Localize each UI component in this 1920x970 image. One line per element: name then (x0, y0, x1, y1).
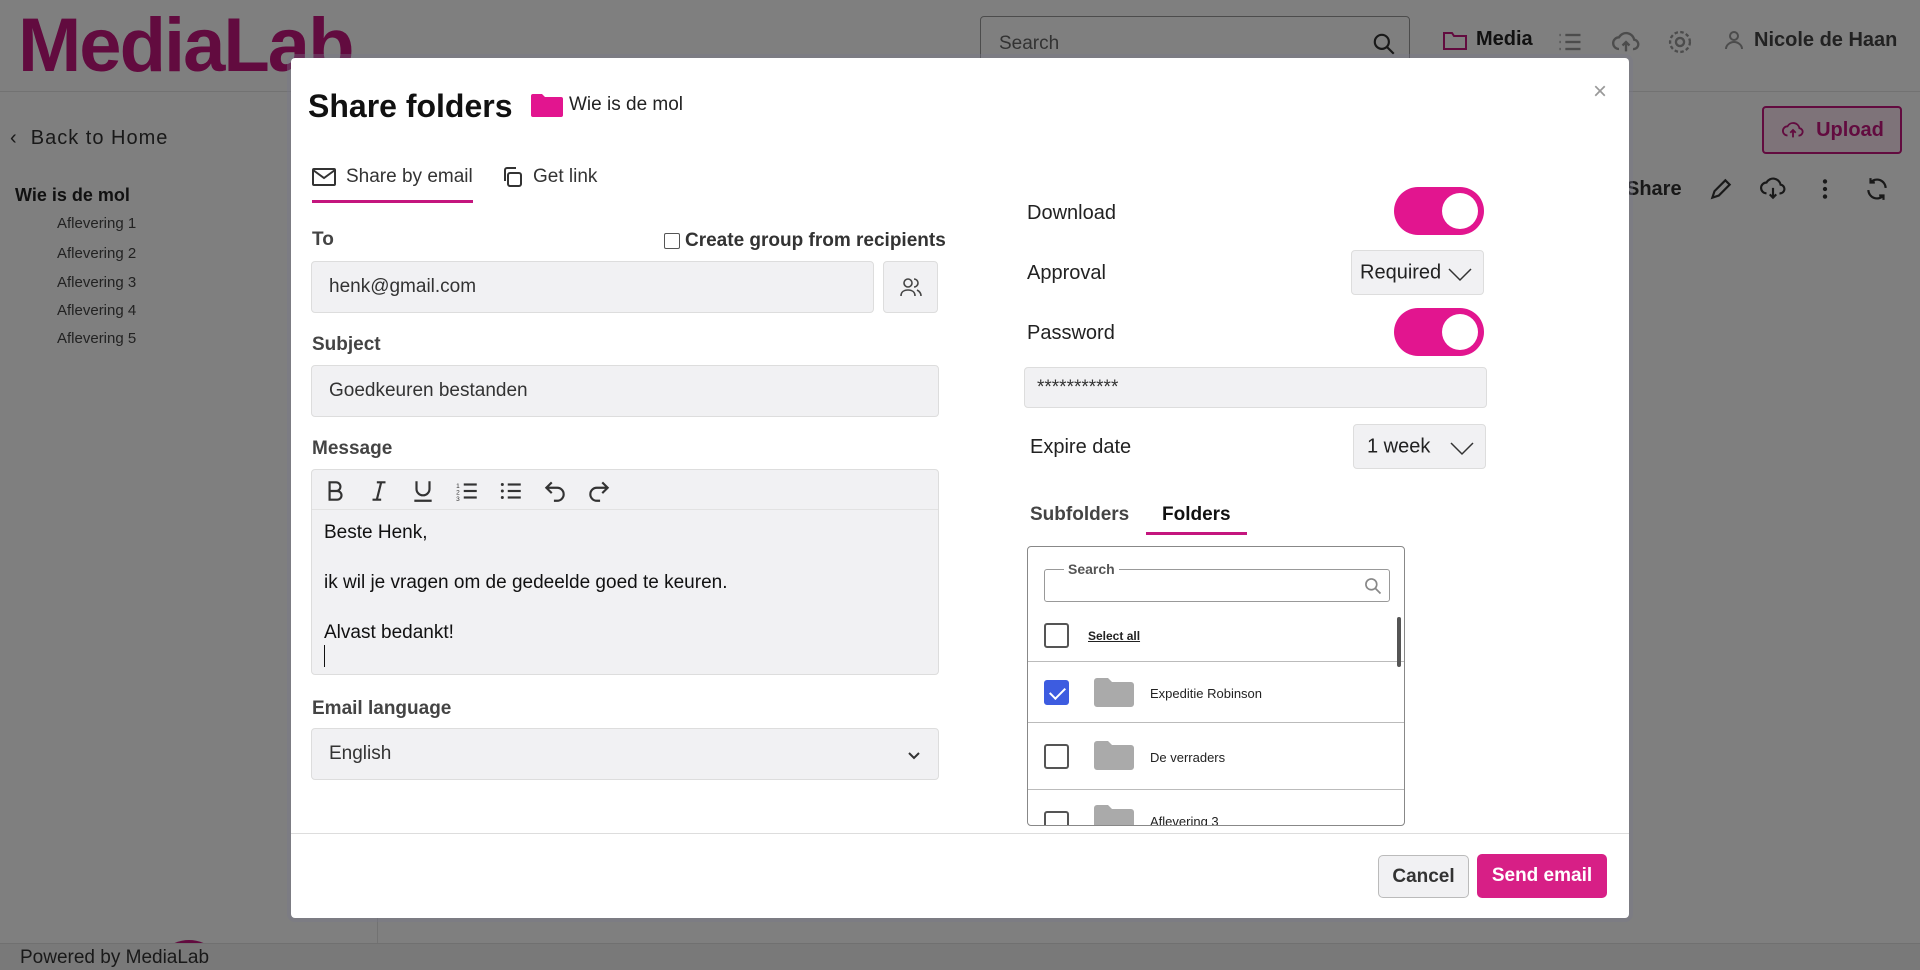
folder-list-scrollbar[interactable] (1397, 617, 1401, 667)
expire-date-select[interactable]: 1 week (1353, 424, 1486, 469)
folder-name: De verraders (1150, 750, 1226, 765)
dialog-title: Share folders (308, 88, 513, 124)
create-group-checkbox[interactable]: Create group from recipients (664, 230, 946, 252)
to-input[interactable]: henk@gmail.com (311, 261, 874, 313)
shared-folder-name: Wie is de mol (569, 94, 684, 115)
approval-select[interactable]: Required (1351, 250, 1484, 295)
folder-icon (531, 94, 563, 117)
bold-icon[interactable] (322, 478, 348, 504)
folder-row[interactable]: Aflevering 3 (1028, 790, 1404, 826)
svg-text:3: 3 (456, 496, 460, 503)
folder-icon (1094, 678, 1134, 707)
expire-date-value: 1 week (1367, 435, 1431, 457)
recipients-picker-button[interactable] (883, 261, 938, 313)
subject-value: Goedkeuren bestanden (329, 380, 528, 401)
select-all-checkbox[interactable] (1044, 623, 1069, 648)
dialog-footer: Cancel Send email (291, 833, 1629, 918)
subject-input[interactable]: Goedkeuren bestanden (311, 365, 939, 417)
tab-get-link-label: Get link (533, 166, 598, 187)
password-input[interactable]: *********** (1024, 367, 1487, 408)
folder-picker: Search Select all Expeditie Robinson De … (1027, 546, 1405, 826)
bullet-list-icon[interactable] (498, 478, 524, 504)
folder-checkbox[interactable] (1044, 744, 1069, 769)
undo-icon[interactable] (542, 478, 568, 504)
copy-icon (504, 167, 522, 187)
chevron-down-icon (1450, 442, 1474, 456)
password-label: Password (1027, 322, 1115, 344)
tab-share-by-email[interactable]: Share by email (312, 166, 473, 203)
chevron-down-icon (1448, 268, 1472, 282)
redo-icon[interactable] (586, 478, 612, 504)
tab-subfolders[interactable]: Subfolders (1030, 504, 1129, 526)
mail-icon (312, 168, 336, 186)
tab-folders[interactable]: Folders (1146, 504, 1247, 535)
message-line: Beste Henk, (324, 522, 428, 543)
password-value: *********** (1037, 376, 1119, 398)
approval-value: Required (1360, 261, 1442, 283)
ordered-list-icon[interactable]: 123 (454, 478, 480, 504)
folder-name: Aflevering 3 (1150, 814, 1219, 826)
italic-icon[interactable] (366, 478, 392, 504)
download-toggle[interactable] (1394, 187, 1484, 235)
message-body[interactable]: Beste Henk, ik wil je vragen om de gedee… (324, 520, 727, 674)
tab-get-link[interactable]: Get link (501, 166, 597, 188)
approval-label: Approval (1027, 262, 1106, 284)
people-icon (900, 278, 922, 297)
shared-folder-chip: Wie is de mol (531, 93, 683, 117)
download-label: Download (1027, 202, 1116, 224)
create-group-label: Create group from recipients (685, 230, 946, 251)
send-email-button[interactable]: Send email (1477, 854, 1607, 898)
close-icon[interactable]: × (1593, 78, 1607, 106)
toggle-knob (1442, 193, 1478, 229)
folder-icon (1094, 805, 1134, 825)
toggle-knob (1442, 314, 1478, 350)
folder-icon (1094, 741, 1134, 770)
subject-label: Subject (312, 334, 381, 355)
message-line: Alvast bedankt! (324, 622, 454, 643)
password-toggle[interactable] (1394, 308, 1484, 356)
folder-row[interactable]: Expeditie Robinson (1028, 662, 1404, 723)
folder-search-legend: Search (1064, 561, 1119, 577)
underline-icon[interactable] (410, 478, 436, 504)
email-language-label: Email language (312, 698, 452, 719)
search-icon (1365, 578, 1382, 595)
email-language-value: English (329, 743, 392, 764)
folder-row[interactable]: De verraders (1028, 723, 1404, 790)
tab-share-by-email-label: Share by email (346, 166, 473, 187)
cancel-button[interactable]: Cancel (1378, 855, 1469, 898)
create-group-checkbox-box[interactable] (664, 233, 680, 249)
select-all-row[interactable]: Select all (1028, 611, 1404, 662)
folder-checkbox[interactable] (1044, 680, 1069, 705)
email-language-select[interactable]: English (311, 728, 939, 780)
message-line: ik wil je vragen om de gedeelde goed te … (324, 572, 728, 593)
select-all-link[interactable]: Select all (1088, 629, 1140, 643)
share-folders-dialog: Share folders Wie is de mol × Share by e… (291, 58, 1629, 918)
text-caret (324, 645, 727, 674)
folder-checkbox[interactable] (1044, 811, 1069, 825)
to-label: To (312, 229, 334, 250)
message-label: Message (312, 438, 393, 459)
expire-date-label: Expire date (1030, 436, 1132, 458)
to-value: henk@gmail.com (329, 276, 477, 297)
chevron-down-icon (908, 752, 920, 760)
folder-name: Expeditie Robinson (1150, 686, 1263, 701)
editor-toolbar: 123 (312, 470, 938, 510)
message-editor[interactable]: 123 Beste Henk, ik wil je vragen om de g… (311, 469, 939, 675)
